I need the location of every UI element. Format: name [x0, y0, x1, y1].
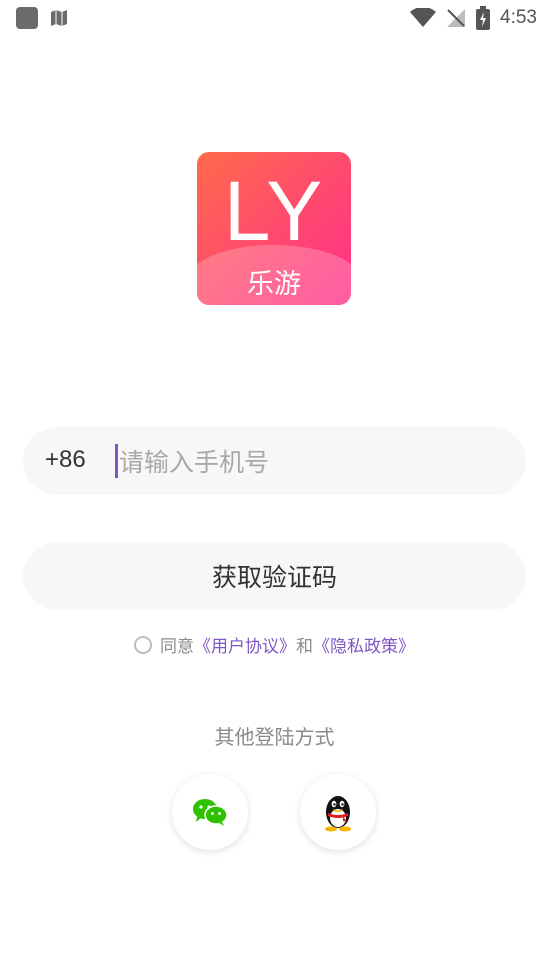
map-icon [51, 10, 67, 26]
agree-radio[interactable] [134, 635, 152, 654]
logo-subtitle: 乐游 [247, 269, 301, 300]
login-screen: 4:53 LY 乐游 +86 获取验证码 同意 《用户协议》 和 《隐私政策》 … [0, 0, 549, 976]
status-right-icons: 4:53 [410, 6, 537, 30]
agreement-conjunction: 和 [296, 637, 313, 657]
agreement-row: 同意 《用户协议》 和 《隐私政策》 [0, 632, 549, 657]
battery-charging-icon [476, 6, 491, 30]
privacy-policy-link[interactable]: 《隐私政策》 [313, 632, 415, 657]
qq-icon [325, 796, 351, 832]
get-code-button[interactable]: 获取验证码 [23, 542, 526, 610]
agreement-prefix: 同意 [160, 637, 194, 657]
no-signal-icon [447, 9, 466, 27]
qq-login-button[interactable] [300, 774, 376, 850]
wifi-icon [410, 8, 437, 27]
status-bar: 4:53 [0, 0, 549, 38]
wechat-icon [193, 799, 228, 826]
status-time: 4:53 [500, 7, 537, 28]
app-icon [16, 7, 38, 29]
logo-letters: LY [223, 164, 325, 258]
status-left-icons [16, 7, 68, 29]
wechat-login-button[interactable] [172, 774, 248, 850]
phone-input[interactable] [117, 439, 501, 485]
country-code[interactable]: +86 [45, 446, 86, 474]
user-agreement-link[interactable]: 《用户协议》 [194, 632, 296, 657]
phone-field[interactable]: +86 [23, 427, 526, 495]
other-login-title: 其他登陆方式 [214, 725, 335, 749]
app-logo: LY 乐游 [197, 152, 351, 305]
